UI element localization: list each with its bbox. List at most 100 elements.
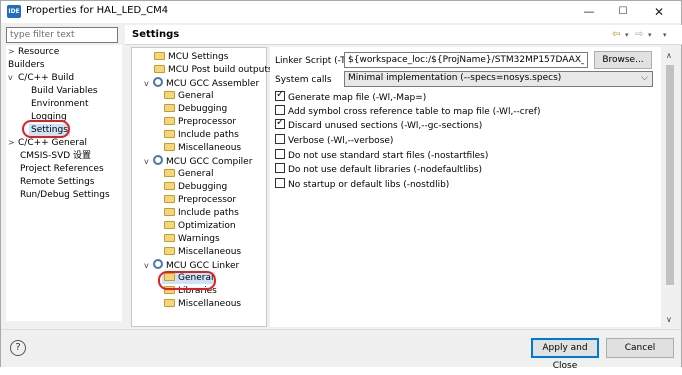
tree-item-gcc-assembler[interactable]: v MCU GCC Assembler [144, 77, 259, 90]
vertical-scrollbar[interactable]: ∧ ∨ [663, 47, 677, 327]
chevron-down-icon[interactable]: ▾ [625, 31, 629, 39]
tree-item-asm-debugging[interactable]: Debugging [164, 103, 227, 115]
close-button[interactable]: ✕ [637, 1, 681, 23]
scroll-thumb[interactable] [666, 65, 674, 285]
nav-item-label: Resource [18, 47, 60, 57]
tree-item-cc-general[interactable]: General [164, 168, 213, 180]
checkbox[interactable] [275, 89, 285, 101]
tree-item-asm-general[interactable]: General [164, 90, 213, 102]
tree-item-cc-preprocessor[interactable]: Preprocessor [164, 194, 236, 206]
nav-item-build-variables[interactable]: Build Variables [31, 85, 98, 97]
option-nostdlib[interactable]: No startup or default libs (-nostdlib) [275, 178, 449, 190]
folder-icon [154, 65, 165, 73]
chevron-right-icon[interactable]: > [8, 137, 18, 149]
chevron-down-icon[interactable]: v [144, 78, 153, 90]
scroll-down-icon[interactable]: ∨ [666, 315, 672, 324]
option-verbose[interactable]: Verbose (-Wl,--verbose) [275, 134, 393, 146]
tree-item-cc-warnings[interactable]: Warnings [164, 233, 220, 245]
linker-script-input[interactable] [344, 52, 588, 68]
scroll-up-icon[interactable]: ∧ [666, 51, 672, 60]
tree-item-label: Include paths [178, 208, 239, 218]
folder-icon [164, 195, 175, 203]
chevron-right-icon[interactable]: > [8, 46, 18, 58]
checkbox[interactable] [275, 105, 285, 115]
tree-item-asm-preprocessor[interactable]: Preprocessor [164, 116, 236, 128]
tree-item-label: General [178, 169, 214, 179]
tree-item-gcc-compiler[interactable]: v MCU GCC Compiler [144, 155, 252, 168]
checkbox[interactable] [275, 149, 285, 159]
nav-item-run-debug-settings[interactable]: Run/Debug Settings [20, 189, 110, 201]
system-calls-select[interactable]: Minimal implementation (--specs=nosys.sp… [344, 71, 653, 87]
checkbox[interactable] [275, 163, 285, 173]
tree-item-cc-include-paths[interactable]: Include paths [164, 207, 239, 219]
tree-item-post-build[interactable]: MCU Post build outputs [154, 64, 273, 76]
folder-icon [164, 91, 175, 99]
tree-item-label: Preprocessor [178, 195, 237, 205]
tree-item-label: Miscellaneous [178, 143, 242, 153]
checkbox[interactable] [275, 134, 285, 144]
nav-item-builders[interactable]: Builders [8, 59, 45, 71]
folder-icon [164, 104, 175, 112]
folder-icon [164, 221, 175, 229]
properties-dialog: IDE Properties for HAL_LED_CM4 — ☐ ✕ >Re… [0, 0, 682, 371]
chevron-down-icon: ⌵ [641, 73, 648, 83]
tree-item-cc-miscellaneous[interactable]: Miscellaneous [164, 246, 241, 258]
tree-item-mcu-settings[interactable]: MCU Settings [154, 51, 228, 63]
gear-icon [153, 155, 163, 165]
folder-icon [164, 299, 175, 307]
cancel-button[interactable]: Cancel [606, 338, 674, 358]
tree-item-label: Preprocessor [178, 117, 237, 127]
window-title: Properties for HAL_LED_CM4 [26, 5, 169, 16]
tree-item-label: Optimization [178, 221, 236, 231]
chevron-down-icon[interactable]: ▾ [648, 31, 652, 39]
nav-item-cmsis-svd[interactable]: CMSIS-SVD 设置 [20, 150, 91, 162]
nav-item-cpp-build[interactable]: v C/C++ Build [8, 72, 74, 84]
tree-item-ld-miscellaneous[interactable]: Miscellaneous [164, 298, 241, 310]
filter-input[interactable] [6, 27, 118, 43]
tree-item-cc-optimization[interactable]: Optimization [164, 220, 236, 232]
folder-icon [164, 247, 175, 255]
tree-item-asm-include-paths[interactable]: Include paths [164, 129, 239, 141]
folder-icon [164, 208, 175, 216]
tree-item-label: Warnings [178, 234, 220, 244]
chevron-down-icon[interactable]: v [8, 72, 18, 84]
folder-icon [164, 143, 175, 151]
nav-item-cpp-general[interactable]: > C/C++ General [8, 137, 87, 149]
chevron-down-icon[interactable]: v [144, 156, 153, 168]
option-label: Generate map file (-Wl,-Map=) [288, 93, 427, 103]
tree-item-cc-debugging[interactable]: Debugging [164, 181, 227, 193]
browse-button[interactable]: Browse... [594, 51, 652, 69]
highlight-circle-general [158, 271, 216, 290]
nav-item-resource[interactable]: > Resource [8, 46, 59, 58]
option-cref[interactable]: Add symbol cross reference table to map … [275, 105, 540, 117]
linker-script-label: Linker Script (-T) [275, 56, 350, 66]
option-gc-sections[interactable]: Discard unused sections (-Wl,--gc-sectio… [275, 117, 482, 131]
option-nodefaultlibs[interactable]: Do not use default libraries (-nodefault… [275, 163, 482, 175]
nav-item-label: Remote Settings [20, 177, 95, 187]
nav-item-label: Run/Debug Settings [20, 190, 110, 200]
view-menu-icon[interactable]: ▾ [663, 31, 667, 39]
nav-item-environment[interactable]: Environment [31, 98, 88, 110]
nav-item-label: Build Variables [31, 86, 98, 96]
system-calls-label: System calls [275, 75, 332, 85]
back-arrow-icon[interactable]: ⇦ [612, 29, 620, 40]
apply-and-close-button[interactable]: Apply and Close [531, 338, 599, 371]
checkbox[interactable] [275, 117, 285, 129]
button-bar: ? Apply and Close Cancel [1, 329, 681, 371]
option-label: Add symbol cross reference table to map … [288, 107, 541, 117]
nav-item-label: Project References [20, 164, 104, 174]
tree-item-asm-miscellaneous[interactable]: Miscellaneous [164, 142, 241, 154]
option-nostartfiles[interactable]: Do not use standard start files (-nostar… [275, 149, 488, 161]
nav-tree: > Resource Builders v C/C++ Build Build Va… [6, 45, 122, 321]
option-generate-map[interactable]: Generate map file (-Wl,-Map=) [275, 89, 427, 103]
chevron-down-icon[interactable]: v [144, 260, 153, 272]
tree-item-label: Debugging [178, 182, 228, 192]
forward-arrow-icon[interactable]: ⇨ [635, 29, 643, 40]
nav-item-remote-settings[interactable]: Remote Settings [20, 176, 95, 188]
tree-item-label: MCU Post build outputs [168, 65, 273, 75]
tree-item-label: MCU GCC Compiler [166, 157, 253, 167]
nav-item-project-references[interactable]: Project References [20, 163, 104, 175]
gear-icon [153, 259, 163, 269]
checkbox[interactable] [275, 178, 285, 188]
help-icon[interactable]: ? [10, 340, 26, 356]
